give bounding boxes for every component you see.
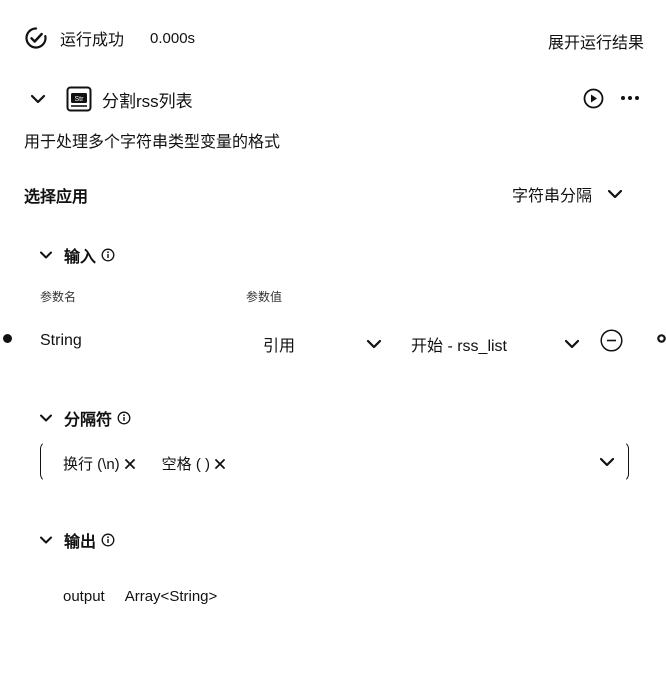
- run-status: 运行成功 0.000s: [24, 26, 195, 50]
- reference-type-select[interactable]: 引用: [263, 332, 383, 356]
- node-title: 分割rss列表: [102, 91, 193, 111]
- app-select-value: 字符串分隔: [512, 188, 593, 205]
- minus-circle-icon[interactable]: [600, 329, 623, 352]
- chevron-down-icon: [606, 185, 624, 203]
- chevron-down-icon: [563, 335, 581, 353]
- reference-value-select[interactable]: 开始 - rss_list: [411, 332, 581, 356]
- reference-value: 开始 - rss_list: [411, 338, 508, 355]
- multiselect-border-left: [40, 441, 48, 482]
- input-section-header: 输入: [38, 243, 115, 267]
- info-icon[interactable]: [117, 411, 131, 425]
- output-type: Array<String>: [124, 588, 218, 605]
- chevron-down-icon[interactable]: [38, 532, 54, 548]
- chevron-down-icon[interactable]: [38, 247, 54, 263]
- expand-result-button[interactable]: 展开运行结果: [548, 29, 644, 53]
- str-icon: Str: [66, 86, 92, 112]
- info-icon[interactable]: [101, 248, 115, 262]
- separator-tag-label: 空格 ( ): [161, 456, 210, 473]
- param-name: String: [40, 332, 82, 349]
- reference-type-value: 引用: [263, 338, 296, 355]
- param-value-header: 参数值: [246, 290, 283, 304]
- chevron-down-icon: [598, 453, 616, 471]
- status-label: 运行成功: [60, 32, 125, 49]
- chevron-down-icon[interactable]: [38, 410, 54, 426]
- info-icon[interactable]: [101, 533, 115, 547]
- node-header: Str 分割rss列表: [28, 86, 193, 112]
- output-name: output: [63, 588, 105, 605]
- more-icon[interactable]: [620, 95, 640, 101]
- output-section-header: 输出: [38, 528, 115, 552]
- output-row: output Array<String>: [63, 588, 217, 605]
- multiselect-border-right: [621, 441, 629, 482]
- run-time: 0.000s: [150, 29, 196, 47]
- separator-section-label: 分隔符: [64, 412, 113, 429]
- close-icon[interactable]: [214, 458, 226, 470]
- separator-tags: 换行 (\n) 空格 ( ): [63, 453, 252, 474]
- close-icon[interactable]: [124, 458, 136, 470]
- svg-text:Str: Str: [75, 96, 85, 103]
- input-handle[interactable]: [3, 334, 12, 343]
- check-circle-icon: [24, 26, 48, 50]
- app-select-dropdown[interactable]: 字符串分隔: [512, 182, 624, 206]
- separator-multiselect[interactable]: 换行 (\n) 空格 ( ): [40, 441, 629, 482]
- separator-tag-label: 换行 (\n): [63, 456, 120, 473]
- param-name-header: 参数名: [40, 290, 77, 304]
- select-app-label: 选择应用: [24, 189, 89, 206]
- separator-tag: 换行 (\n): [63, 453, 136, 474]
- chevron-down-icon: [365, 335, 383, 353]
- separator-tag: 空格 ( ): [162, 453, 226, 474]
- output-handle[interactable]: [657, 334, 666, 343]
- input-section-label: 输入: [64, 249, 97, 266]
- play-circle-icon[interactable]: [583, 88, 604, 109]
- separator-section-header: 分隔符: [38, 406, 131, 430]
- output-section-label: 输出: [64, 534, 97, 551]
- node-description: 用于处理多个字符串类型变量的格式: [24, 134, 281, 151]
- chevron-down-icon[interactable]: [28, 89, 48, 109]
